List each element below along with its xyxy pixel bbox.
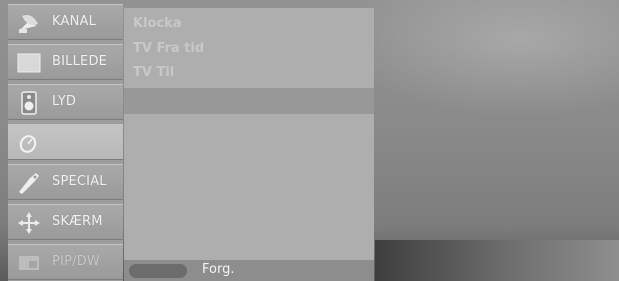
menu-item-billede[interactable]: BILLEDE [8,44,123,80]
main-menu-sidebar: KANAL BILLEDE LYD SPECIAL SKÆRM PIP/DW [8,4,123,281]
previous-button-icon[interactable] [129,264,187,278]
menu-item-lyd[interactable]: LYD [8,84,123,120]
menu-item-label: LYD [52,94,77,109]
submenu-item-klocka[interactable]: Klocka [133,13,182,35]
menu-item-label: SPECIAL [52,174,107,189]
menu-item-kanal[interactable]: KANAL [8,4,123,40]
screen-arrows-icon [16,210,42,236]
menu-item-special[interactable]: SPECIAL [8,164,123,200]
submenu-footer: Forg. [124,260,374,281]
menu-item-label: KANAL [52,14,97,29]
menu-item-label: BILLEDE [52,54,108,69]
menu-item-skaerm[interactable]: SKÆRM [8,204,123,240]
pip-icon [16,250,42,276]
clock-icon [16,130,42,156]
background-dark-strip [375,240,619,281]
submenu-item-tv-til[interactable]: TV Til [133,62,174,84]
satellite-dish-icon [16,10,42,36]
speaker-icon [16,90,42,116]
menu-item-label: SKÆRM [52,214,103,229]
picture-icon [16,50,42,76]
menu-item-pip-dw[interactable]: PIP/DW [8,244,123,280]
menu-item-label: PIP/DW [52,254,100,269]
tag-icon [16,170,42,196]
submenu-item-tv-fra-tid[interactable]: TV Fra tid [133,38,204,60]
footer-label: Forg. [202,262,235,277]
submenu-highlight-bar [124,88,374,114]
menu-item-time[interactable] [8,124,123,160]
time-submenu-panel: Klocka TV Fra tid TV Til Forg. [124,8,374,281]
